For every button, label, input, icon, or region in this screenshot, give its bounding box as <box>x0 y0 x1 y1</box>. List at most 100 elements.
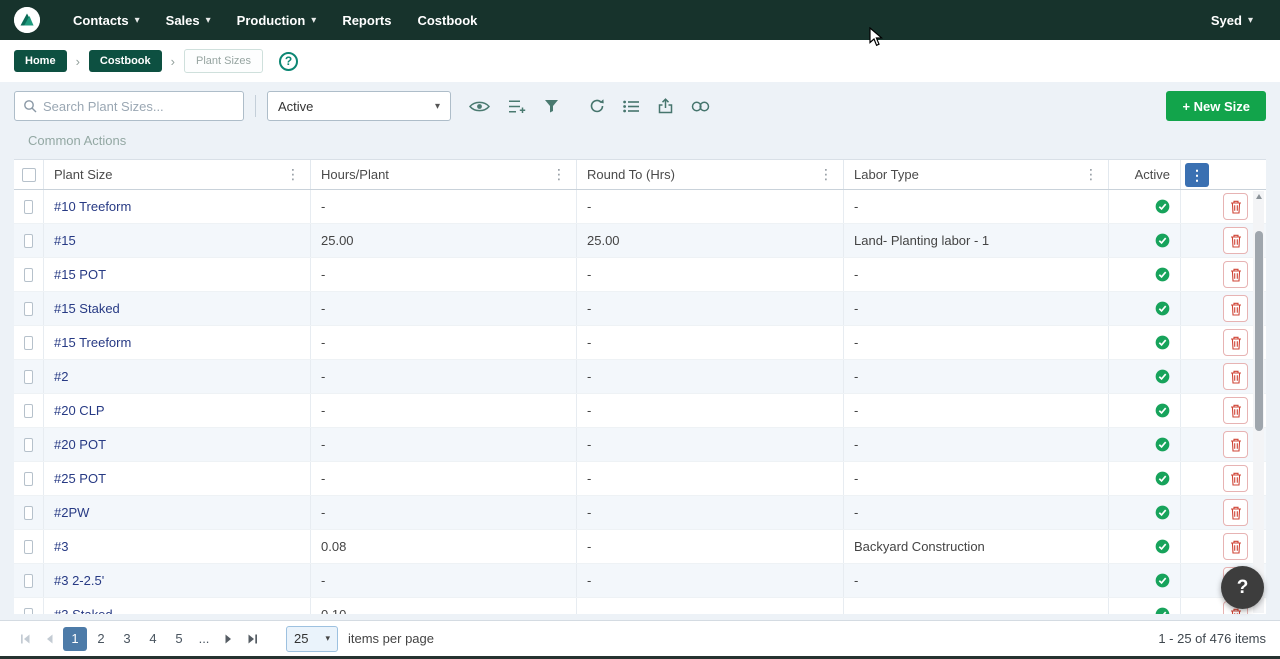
row-checkbox[interactable] <box>24 506 33 520</box>
delete-button[interactable] <box>1223 363 1248 390</box>
row-checkbox-cell <box>14 496 44 529</box>
column-menu-icon[interactable]: ⋮ <box>550 166 568 183</box>
plant-size-link[interactable]: #25 POT <box>54 471 106 486</box>
active-cell <box>1109 190 1181 223</box>
row-checkbox[interactable] <box>24 404 33 418</box>
first-page-button[interactable] <box>14 627 38 651</box>
row-checkbox[interactable] <box>24 370 33 384</box>
plant-size-link[interactable]: #2 <box>54 369 68 384</box>
user-menu[interactable]: Syed ▾ <box>1198 0 1266 40</box>
row-checkbox[interactable] <box>24 574 33 588</box>
column-menu-icon[interactable]: ⋮ <box>1082 166 1100 183</box>
trash-icon <box>1230 370 1242 384</box>
nav-costbook[interactable]: Costbook <box>404 0 490 40</box>
plant-size-link[interactable]: #15 POT <box>54 267 106 282</box>
list-view-button[interactable] <box>623 100 640 113</box>
row-checkbox[interactable] <box>24 268 33 282</box>
app-logo-icon[interactable] <box>14 7 40 33</box>
row-checkbox[interactable] <box>24 540 33 554</box>
page-size-select[interactable]: 25 ▾ <box>286 626 338 652</box>
plant-size-link[interactable]: #3 <box>54 539 68 554</box>
show-columns-button[interactable] <box>469 100 490 113</box>
nav-sales[interactable]: Sales ▾ <box>153 0 224 40</box>
row-checkbox-cell <box>14 360 44 393</box>
nav-production[interactable]: Production ▾ <box>224 0 330 40</box>
delete-button[interactable] <box>1223 499 1248 526</box>
delete-button[interactable] <box>1223 329 1248 356</box>
last-page-button[interactable] <box>240 627 264 651</box>
filter-button[interactable] <box>544 99 559 113</box>
active-cell <box>1109 428 1181 461</box>
breadcrumb-home[interactable]: Home <box>14 50 67 72</box>
row-checkbox-cell <box>14 530 44 563</box>
grid-column-menu-button[interactable]: ⋮ <box>1185 163 1209 187</box>
previous-page-button[interactable] <box>38 627 62 651</box>
plant-size-link[interactable]: #10 Treeform <box>54 199 131 214</box>
previous-page-icon <box>45 634 55 644</box>
link-button[interactable] <box>691 101 710 112</box>
chevron-down-icon: ▾ <box>1248 15 1253 26</box>
page-button-2[interactable]: 2 <box>89 627 113 651</box>
insert-columns-button[interactable] <box>508 99 526 114</box>
round-cell: - <box>577 428 844 461</box>
column-menu-icon[interactable]: ⋮ <box>817 166 835 183</box>
status-filter-select[interactable]: Active ▾ <box>267 91 451 121</box>
row-checkbox[interactable] <box>24 234 33 248</box>
delete-button[interactable] <box>1223 193 1248 220</box>
trash-icon <box>1230 336 1242 350</box>
plant-size-link[interactable]: #2PW <box>54 505 89 520</box>
row-checkbox[interactable] <box>24 608 33 615</box>
delete-button[interactable] <box>1223 227 1248 254</box>
page-button-3[interactable]: 3 <box>115 627 139 651</box>
round-cell: - <box>577 530 844 563</box>
delete-button[interactable] <box>1223 261 1248 288</box>
delete-button[interactable] <box>1223 533 1248 560</box>
nav-reports[interactable]: Reports <box>329 0 404 40</box>
table-row: #15 Staked - - - <box>14 292 1266 326</box>
search-input[interactable] <box>43 99 235 114</box>
column-menu-icon[interactable]: ⋮ <box>284 166 302 183</box>
active-check-icon <box>1155 233 1170 248</box>
scroll-up-icon[interactable] <box>1256 194 1262 199</box>
help-icon[interactable]: ? <box>279 52 298 71</box>
plant-size-link[interactable]: #15 Staked <box>54 301 120 316</box>
row-checkbox[interactable] <box>24 302 33 316</box>
next-page-button[interactable] <box>216 627 240 651</box>
plant-size-link[interactable]: #3 2-2.5' <box>54 573 104 588</box>
delete-button[interactable] <box>1223 397 1248 424</box>
plant-size-link[interactable]: #15 Treeform <box>54 335 131 350</box>
export-button[interactable] <box>658 98 673 114</box>
table-row: #15 POT - - - <box>14 258 1266 292</box>
row-checkbox[interactable] <box>24 438 33 452</box>
row-checkbox[interactable] <box>24 200 33 214</box>
hours-cell: - <box>311 428 577 461</box>
row-checkbox[interactable] <box>24 336 33 350</box>
vertical-scrollbar[interactable] <box>1253 191 1264 613</box>
plant-size-link[interactable]: #15 <box>54 233 76 248</box>
page-button-5[interactable]: 5 <box>167 627 191 651</box>
page-size-label: items per page <box>348 631 434 646</box>
active-check-icon <box>1155 607 1170 614</box>
chevron-down-icon: ▾ <box>135 15 140 26</box>
floating-help-button[interactable]: ? <box>1221 566 1264 609</box>
breadcrumb-costbook[interactable]: Costbook <box>89 50 162 72</box>
new-size-button[interactable]: + New Size <box>1166 91 1266 121</box>
search-icon <box>23 99 37 113</box>
plant-size-link[interactable]: #20 POT <box>54 437 106 452</box>
plant-size-link[interactable]: #20 CLP <box>54 403 105 418</box>
trash-icon <box>1230 404 1242 418</box>
row-checkbox[interactable] <box>24 472 33 486</box>
page-button-4[interactable]: 4 <box>141 627 165 651</box>
active-cell <box>1109 496 1181 529</box>
page-button-1[interactable]: 1 <box>63 627 87 651</box>
refresh-button[interactable] <box>589 98 605 114</box>
plant-size-link[interactable]: #3 Staked <box>54 607 113 614</box>
common-actions-link[interactable]: Common Actions <box>28 133 126 148</box>
more-pages-button[interactable]: ... <box>192 631 216 646</box>
select-all-checkbox[interactable] <box>22 168 36 182</box>
scrollbar-thumb[interactable] <box>1255 231 1263 431</box>
delete-button[interactable] <box>1223 465 1248 492</box>
delete-button[interactable] <box>1223 295 1248 322</box>
nav-contacts[interactable]: Contacts ▾ <box>60 0 153 40</box>
delete-button[interactable] <box>1223 431 1248 458</box>
